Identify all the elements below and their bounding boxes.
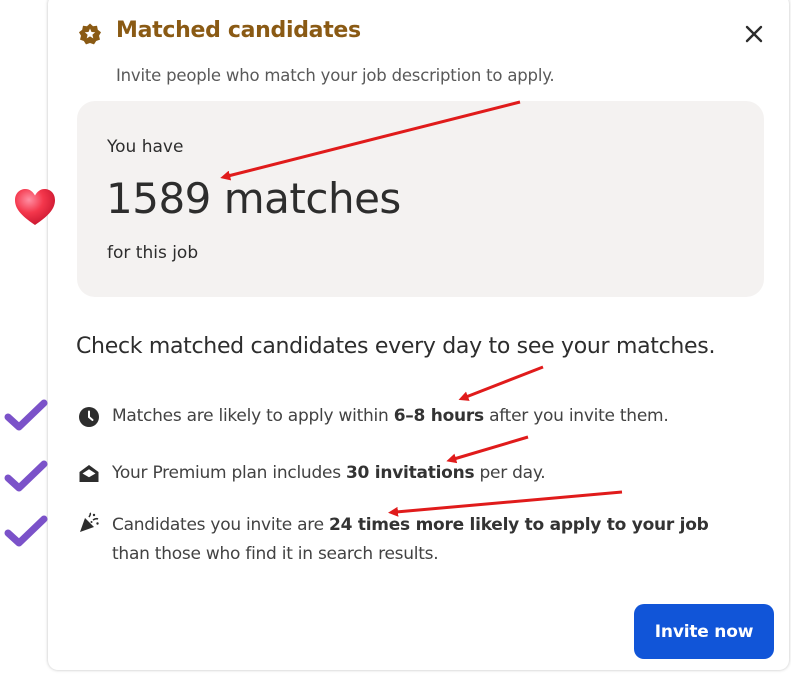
annotation-arrow	[388, 490, 623, 517]
annotation-arrows	[220, 100, 623, 517]
annotation-arrow	[220, 100, 521, 181]
annotation-arrow	[446, 435, 529, 464]
annotation-arrow	[458, 365, 544, 401]
